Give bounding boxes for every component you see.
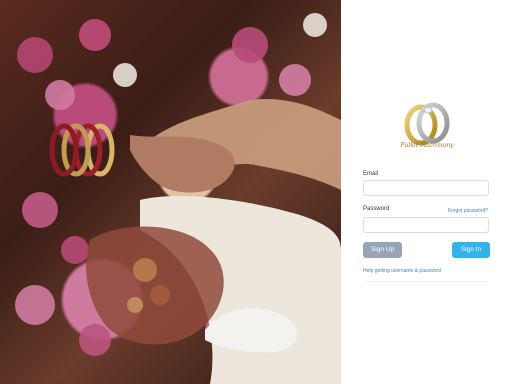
divider xyxy=(363,281,489,282)
help-link[interactable]: Help getting username & password xyxy=(363,268,441,274)
password-field[interactable] xyxy=(363,217,489,233)
password-label: Password xyxy=(363,206,390,212)
wedding-illustration xyxy=(15,13,341,384)
email-field[interactable] xyxy=(363,180,489,196)
sign-up-button[interactable]: Sign Up xyxy=(363,242,402,258)
email-label: Email xyxy=(363,171,379,177)
hero-image xyxy=(0,0,341,384)
sign-in-button[interactable]: Sign In xyxy=(452,242,490,258)
forgot-password-link[interactable]: Forgot password? xyxy=(448,208,488,214)
brand-name: Pulkit Matrimony xyxy=(400,142,454,149)
login-page: Pulkit Matrimony Email Password Forgot p… xyxy=(0,0,512,384)
